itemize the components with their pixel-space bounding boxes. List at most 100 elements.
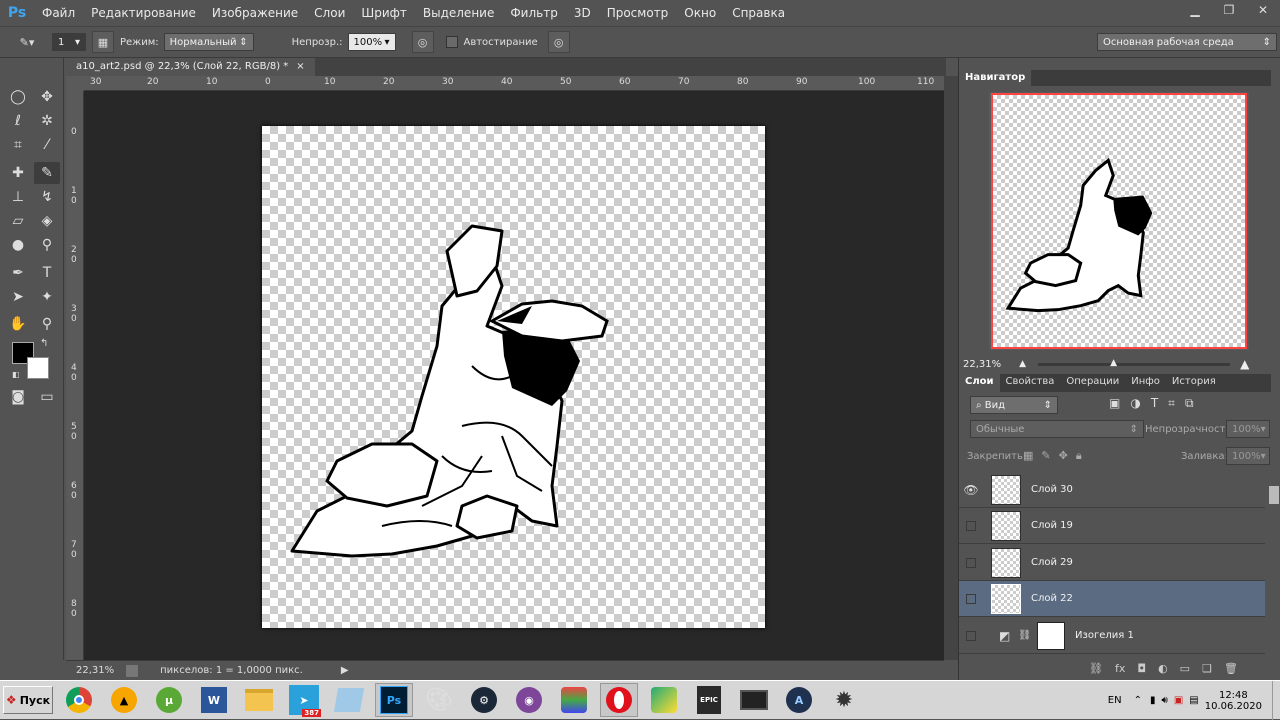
- arma-app-icon[interactable]: A: [780, 683, 818, 717]
- swap-colors-icon[interactable]: ↰: [40, 338, 48, 349]
- word-icon[interactable]: W: [195, 683, 233, 717]
- quick-mask-icon[interactable]: ◙: [5, 386, 31, 408]
- pressure-size-icon[interactable]: ◎: [547, 31, 570, 53]
- crop-tool-icon[interactable]: ⌗: [5, 134, 31, 156]
- restore-button[interactable]: ❐: [1212, 0, 1246, 20]
- dodge-tool-icon[interactable]: ⚲: [34, 234, 60, 256]
- photoshop-taskbar-icon[interactable]: Ps: [375, 683, 413, 717]
- pencil-tool-preset-icon[interactable]: ✎▾: [16, 31, 38, 53]
- volume-icon[interactable]: 🔊︎: [1162, 695, 1168, 706]
- pen-tool-icon[interactable]: ✒: [5, 262, 31, 284]
- slider-handle-icon[interactable]: ▲: [1110, 358, 1117, 368]
- new-layer-icon[interactable]: ❑: [1202, 662, 1212, 675]
- add-mask-icon[interactable]: ◘: [1137, 662, 1146, 675]
- chrome-icon[interactable]: [60, 683, 98, 717]
- autoerase-checkbox[interactable]: [445, 36, 458, 48]
- screen-mode-icon[interactable]: ▭: [34, 386, 60, 408]
- tab-info[interactable]: Инфо: [1125, 374, 1166, 392]
- mode-dropdown[interactable]: Нормальный ⇕: [163, 33, 254, 51]
- visibility-eye-icon[interactable]: 👁︎: [959, 483, 983, 497]
- status-menu-arrow-icon[interactable]: ▶: [341, 665, 349, 676]
- lock-pixels-icon[interactable]: ✎: [1041, 449, 1050, 463]
- marquee-tool-icon[interactable]: ◯: [5, 86, 31, 108]
- tab-history[interactable]: История: [1166, 374, 1222, 392]
- zoom-out-icon[interactable]: ▲: [1019, 359, 1026, 369]
- layer-name[interactable]: Слой 19: [1031, 520, 1073, 531]
- visibility-toggle[interactable]: [959, 593, 983, 604]
- zoom-in-icon[interactable]: ▲: [1240, 357, 1249, 371]
- visibility-toggle[interactable]: [959, 557, 983, 568]
- layer-name[interactable]: Слой 29: [1031, 557, 1073, 568]
- colorful-app-icon[interactable]: [555, 683, 593, 717]
- epic-games-icon[interactable]: EPIC: [690, 683, 728, 717]
- lock-position-icon[interactable]: ✥: [1059, 449, 1068, 463]
- lock-all-icon[interactable]: 🔒︎: [1076, 449, 1082, 463]
- background-color-swatch[interactable]: [27, 357, 49, 379]
- monitor-app-icon[interactable]: [735, 683, 773, 717]
- games-app-icon[interactable]: [645, 683, 683, 717]
- menu-filter[interactable]: Фильтр: [502, 0, 565, 26]
- utorrent-icon[interactable]: µ: [150, 683, 188, 717]
- language-indicator[interactable]: EN: [1108, 695, 1122, 706]
- filter-pixel-icon[interactable]: ▣: [1109, 396, 1120, 411]
- link-layers-icon[interactable]: ⛓: [1089, 662, 1103, 675]
- document-canvas[interactable]: [262, 126, 765, 628]
- pressure-opacity-icon[interactable]: ◎: [411, 31, 434, 53]
- telegram-icon[interactable]: ➤ 387: [285, 683, 323, 717]
- new-group-icon[interactable]: ▭: [1180, 662, 1190, 675]
- visibility-toggle[interactable]: [959, 630, 983, 641]
- canvas-vertical-scrollbar[interactable]: [944, 76, 958, 660]
- menu-file[interactable]: Файл: [34, 0, 83, 26]
- layer-name[interactable]: Слой 30: [1031, 484, 1073, 495]
- tab-layers[interactable]: Слои: [959, 374, 1000, 392]
- zoom-tool-icon[interactable]: ⚲: [34, 313, 60, 335]
- history-brush-icon[interactable]: ↯: [34, 186, 60, 208]
- close-tab-icon[interactable]: ×: [296, 58, 304, 76]
- power-icon[interactable]: ▣: [1174, 695, 1183, 706]
- layer-row[interactable]: 👁︎ Слой 30: [959, 472, 1265, 508]
- lock-transparent-icon[interactable]: ▦: [1023, 449, 1033, 463]
- paint-bucket-icon[interactable]: ◈: [34, 210, 60, 232]
- menu-select[interactable]: Выделение: [415, 0, 502, 26]
- menu-layers[interactable]: Слои: [306, 0, 353, 26]
- brush-size-dropdown[interactable]: 1 ▾: [52, 33, 86, 51]
- hand-tool-icon[interactable]: ✋: [5, 313, 31, 335]
- layer-row[interactable]: ◩ ⛓ Изогелия 1: [959, 618, 1265, 654]
- healing-brush-icon[interactable]: ✚: [5, 162, 31, 184]
- sun-app-icon[interactable]: ✹: [825, 683, 863, 717]
- navigator-thumbnail[interactable]: [991, 93, 1247, 349]
- opacity-dropdown[interactable]: 100% ▾: [347, 33, 396, 51]
- link-icon[interactable]: ⛓: [1018, 630, 1031, 641]
- show-desktop-button[interactable]: [1272, 681, 1280, 720]
- path-select-icon[interactable]: ➤: [5, 286, 31, 308]
- navigator-zoom-slider[interactable]: ▲: [1038, 358, 1231, 368]
- type-tool-icon[interactable]: T: [34, 262, 60, 284]
- menu-window[interactable]: Окно: [676, 0, 724, 26]
- tab-properties[interactable]: Свойства: [1000, 374, 1061, 392]
- status-zoom[interactable]: 22,31%: [76, 665, 114, 676]
- menu-view[interactable]: Просмотр: [599, 0, 677, 26]
- opera-icon[interactable]: [600, 683, 638, 717]
- fx-icon[interactable]: fx: [1115, 662, 1125, 675]
- document-tab[interactable]: a10_art2.psd @ 22,3% (Слой 22, RGB/8) * …: [66, 58, 315, 76]
- filter-shape-icon[interactable]: ⌗: [1168, 396, 1175, 411]
- eraser-icon[interactable]: ▱: [5, 210, 31, 232]
- visibility-toggle[interactable]: [959, 520, 983, 531]
- eyedropper-icon[interactable]: ⁄: [34, 134, 60, 156]
- status-export-icon[interactable]: [126, 664, 139, 677]
- delete-layer-icon[interactable]: 🗑︎: [1224, 662, 1238, 675]
- clock[interactable]: 12:48 10.06.2020: [1205, 690, 1262, 712]
- default-colors-icon[interactable]: ◧: [12, 370, 20, 379]
- layer-row-selected[interactable]: Слой 22: [959, 581, 1265, 617]
- new-adjustment-icon[interactable]: ◐: [1158, 662, 1168, 675]
- menu-help[interactable]: Справка: [724, 0, 793, 26]
- blur-tool-icon[interactable]: ●: [5, 234, 31, 256]
- tab-navigator[interactable]: Навигатор: [959, 70, 1032, 86]
- start-button[interactable]: ❖ Пуск: [3, 686, 53, 714]
- layer-row[interactable]: Слой 29: [959, 545, 1265, 581]
- notification-icon[interactable]: ▤: [1189, 695, 1198, 706]
- clone-stamp-icon[interactable]: ⊥: [5, 186, 31, 208]
- tab-actions[interactable]: Операции: [1060, 374, 1125, 392]
- layer-row[interactable]: Слой 19: [959, 508, 1265, 544]
- minimize-button[interactable]: ▁: [1178, 0, 1212, 20]
